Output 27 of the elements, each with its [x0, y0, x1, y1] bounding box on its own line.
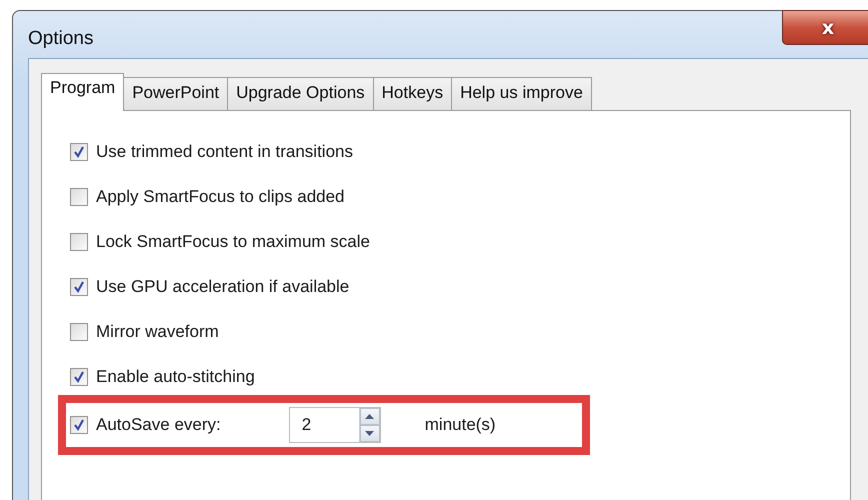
- tab[interactable]: Program: [41, 73, 124, 111]
- checkbox[interactable]: [70, 322, 88, 340]
- checkbox[interactable]: [70, 278, 88, 296]
- tab[interactable]: Help us improve: [451, 77, 592, 110]
- close-button[interactable]: x: [782, 10, 868, 45]
- option-label: Enable auto-stitching: [96, 366, 255, 386]
- check-mark-icon: [73, 370, 85, 382]
- tab[interactable]: Hotkeys: [372, 77, 452, 110]
- option-label: AutoSave every:: [96, 415, 221, 435]
- window-title: Options: [28, 28, 94, 50]
- checkbox[interactable]: [70, 188, 88, 206]
- option-label: Use GPU acceleration if available: [96, 276, 350, 296]
- tab[interactable]: PowerPoint: [123, 77, 228, 110]
- checkbox[interactable]: [70, 232, 88, 250]
- option-label: Use trimmed content in transitions: [96, 142, 353, 162]
- tab[interactable]: Upgrade Options: [227, 77, 374, 110]
- check-mark-icon: [73, 146, 85, 158]
- check-mark-icon: [73, 280, 85, 292]
- number-spinner[interactable]: 2: [288, 407, 381, 443]
- checkbox[interactable]: [70, 368, 88, 386]
- checkbox[interactable]: [70, 142, 88, 160]
- option-label: Mirror waveform: [96, 322, 219, 342]
- option-label: Lock SmartFocus to maximum scale: [96, 232, 370, 252]
- check-mark-icon: [73, 419, 85, 431]
- checkbox[interactable]: [70, 416, 88, 434]
- option-label: Apply SmartFocus to clips added: [96, 186, 345, 206]
- unit-label: minute(s): [424, 415, 496, 435]
